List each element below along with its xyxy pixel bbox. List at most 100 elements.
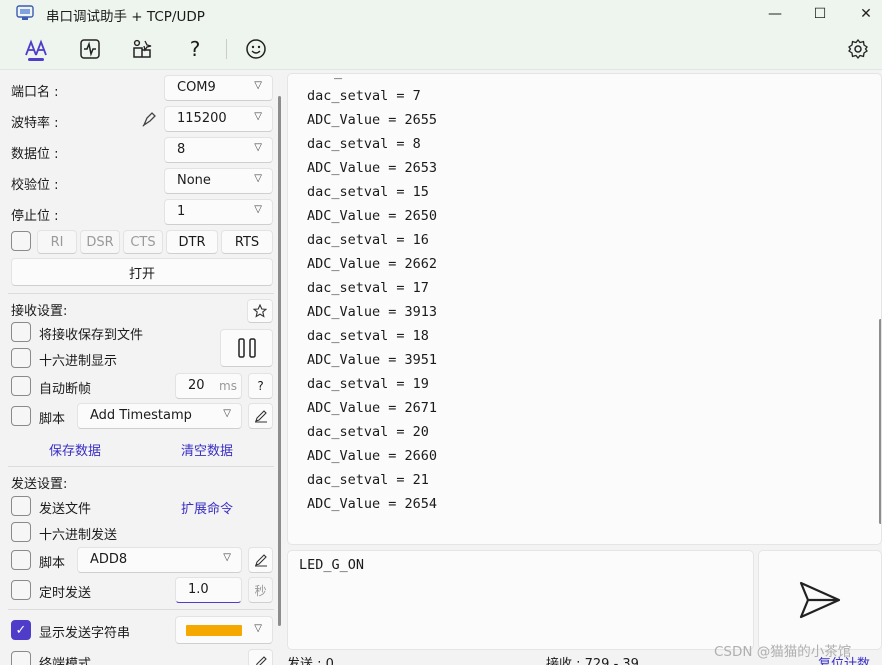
log-line: dac_setval = 7 — [307, 88, 421, 104]
baud-select[interactable]: 115200 ▽ — [164, 106, 273, 132]
log-line: ADC_Value = 2655 — [307, 112, 438, 128]
chevron-down-icon: ▽ — [254, 173, 262, 184]
save-data-link[interactable]: 保存数据 — [49, 440, 101, 459]
flow-control-checkbox[interactable] — [11, 231, 31, 251]
port-label: 端口名 : — [11, 85, 59, 100]
dsr-indicator: DSR — [80, 230, 120, 254]
baud-label: 波特率 : — [11, 116, 59, 131]
ri-indicator: RI — [37, 230, 77, 254]
chevron-down-icon: ▽ — [223, 552, 231, 563]
show-send-string-checkbox[interactable]: ✓ — [11, 620, 31, 640]
sent-count: 发送 : 0 — [287, 657, 334, 665]
log-line: ADC_Value = 2650 — [307, 208, 438, 224]
log-line: ADC_Value = 3913 — [307, 304, 438, 320]
auto-frame-help-button[interactable]: ? — [248, 373, 273, 399]
left-panel: 端口名 : COM9 ▽ 波特率 : 115200 ▽ 数据位 : 8 ▽ 校验位 :… — [0, 71, 284, 665]
edit-icon — [254, 410, 267, 423]
send-icon — [799, 581, 841, 619]
chevron-down-icon: ▽ — [223, 408, 231, 419]
stopbits-label: 停止位 : — [11, 209, 59, 224]
save-to-file-checkbox[interactable] — [11, 322, 31, 342]
watermark: CSDN @猫猫的小茶馆 — [714, 644, 852, 660]
auto-frame-checkbox[interactable] — [11, 376, 31, 396]
pause-button[interactable] — [220, 329, 273, 367]
send-script-select[interactable]: ADD8 ▽ — [77, 547, 242, 573]
hex-display-checkbox[interactable] — [11, 348, 31, 368]
favorite-button[interactable] — [247, 299, 273, 323]
toolbar: ? — [0, 28, 882, 70]
send-settings-heading: 发送设置: — [11, 477, 68, 492]
timed-send-label: 定时发送 — [39, 586, 92, 601]
plugin-icon[interactable] — [129, 36, 155, 62]
log-line: ADC_Value = 2653 — [307, 160, 438, 176]
close-button[interactable]: ✕ — [843, 0, 882, 28]
open-port-button[interactable]: 打开 — [11, 258, 273, 286]
chevron-down-icon: ▽ — [254, 623, 262, 634]
title-bar: 串口调试助手 + TCP/UDP — ☐ ✕ — [0, 0, 882, 28]
checkmark-icon: ✓ — [15, 622, 27, 638]
edit-icon — [255, 656, 267, 665]
receive-script-select[interactable]: Add Timestamp ▽ — [77, 403, 242, 429]
maximize-button[interactable]: ☐ — [797, 0, 843, 28]
log-fragment: _ — [334, 74, 342, 80]
send-color-picker[interactable]: ▽ — [175, 616, 273, 644]
settings-icon[interactable] — [845, 36, 871, 62]
left-panel-scrollbar[interactable] — [278, 96, 281, 626]
auto-frame-label: 自动断帧 — [39, 382, 92, 397]
log-line: ADC_Value = 2660 — [307, 448, 438, 464]
timed-send-checkbox[interactable] — [11, 580, 31, 600]
dtr-button[interactable]: DTR — [166, 230, 218, 254]
log-line: dac_setval = 17 — [307, 280, 429, 296]
waveform-icon[interactable] — [77, 36, 103, 62]
receive-script-checkbox[interactable] — [11, 406, 31, 426]
terminal-edit-button[interactable] — [248, 649, 273, 665]
active-tab-indicator — [28, 58, 44, 61]
show-send-string-label: 显示发送字符串 — [39, 626, 131, 641]
cts-indicator: CTS — [123, 230, 163, 254]
edit-icon — [254, 554, 267, 567]
stopbits-select[interactable]: 1 ▽ — [164, 199, 273, 225]
log-line: dac_setval = 21 — [307, 472, 429, 488]
clear-data-link[interactable]: 清空数据 — [181, 440, 233, 459]
port-select[interactable]: COM9 ▽ — [164, 75, 273, 101]
databits-select[interactable]: 8 ▽ — [164, 137, 273, 163]
log-line: dac_setval = 16 — [307, 232, 429, 248]
extended-commands-link[interactable]: 扩展命令 — [181, 498, 233, 517]
divider — [8, 293, 274, 294]
send-script-edit-button[interactable] — [248, 547, 273, 573]
send-file-label: 发送文件 — [39, 502, 92, 517]
send-file-checkbox[interactable] — [11, 496, 31, 516]
divider — [8, 466, 274, 467]
help-icon[interactable]: ? — [182, 36, 208, 62]
log-line: dac_setval = 18 — [307, 328, 429, 344]
window-title: 串口调试助手 + TCP/UDP — [46, 9, 205, 25]
hex-send-checkbox[interactable] — [11, 522, 31, 542]
timed-send-unit: 秒 — [248, 577, 273, 603]
timed-send-input[interactable]: 1.0 — [175, 577, 242, 603]
log-line: dac_setval = 8 — [307, 136, 421, 152]
parity-label: 校验位 : — [11, 178, 59, 193]
log-line: dac_setval = 19 — [307, 376, 429, 392]
receive-script-edit-button[interactable] — [248, 403, 273, 429]
log-line: dac_setval = 20 — [307, 424, 429, 440]
rts-button[interactable]: RTS — [221, 230, 273, 254]
send-button[interactable] — [758, 550, 882, 650]
receive-script-label: 脚本 — [39, 412, 66, 427]
send-input-text: LED_G_ON — [299, 557, 365, 573]
save-to-file-label: 将接收保存到文件 — [39, 328, 144, 343]
receive-log[interactable]: _ dac_setval = 7 ADC_Value = 2655 dac_setv… — [287, 73, 882, 545]
send-input[interactable]: LED_G_ON — [287, 550, 754, 650]
received-count: 接收 : 729 - 39 — [546, 657, 639, 665]
maximize-icon: ☐ — [813, 6, 827, 22]
auto-frame-input[interactable]: 20 ms — [175, 373, 242, 399]
send-script-checkbox[interactable] — [11, 550, 31, 570]
divider — [8, 609, 274, 610]
hex-display-label: 十六进制显示 — [39, 354, 118, 369]
emoji-icon[interactable] — [243, 36, 269, 62]
receive-settings-heading: 接收设置: — [11, 304, 68, 319]
parity-select[interactable]: None ▽ — [164, 168, 273, 194]
minimize-button[interactable]: — — [752, 0, 798, 28]
log-line: dac_setval = 15 — [307, 184, 429, 200]
terminal-mode-checkbox[interactable] — [11, 651, 31, 665]
edit-pin-icon[interactable] — [141, 110, 157, 128]
